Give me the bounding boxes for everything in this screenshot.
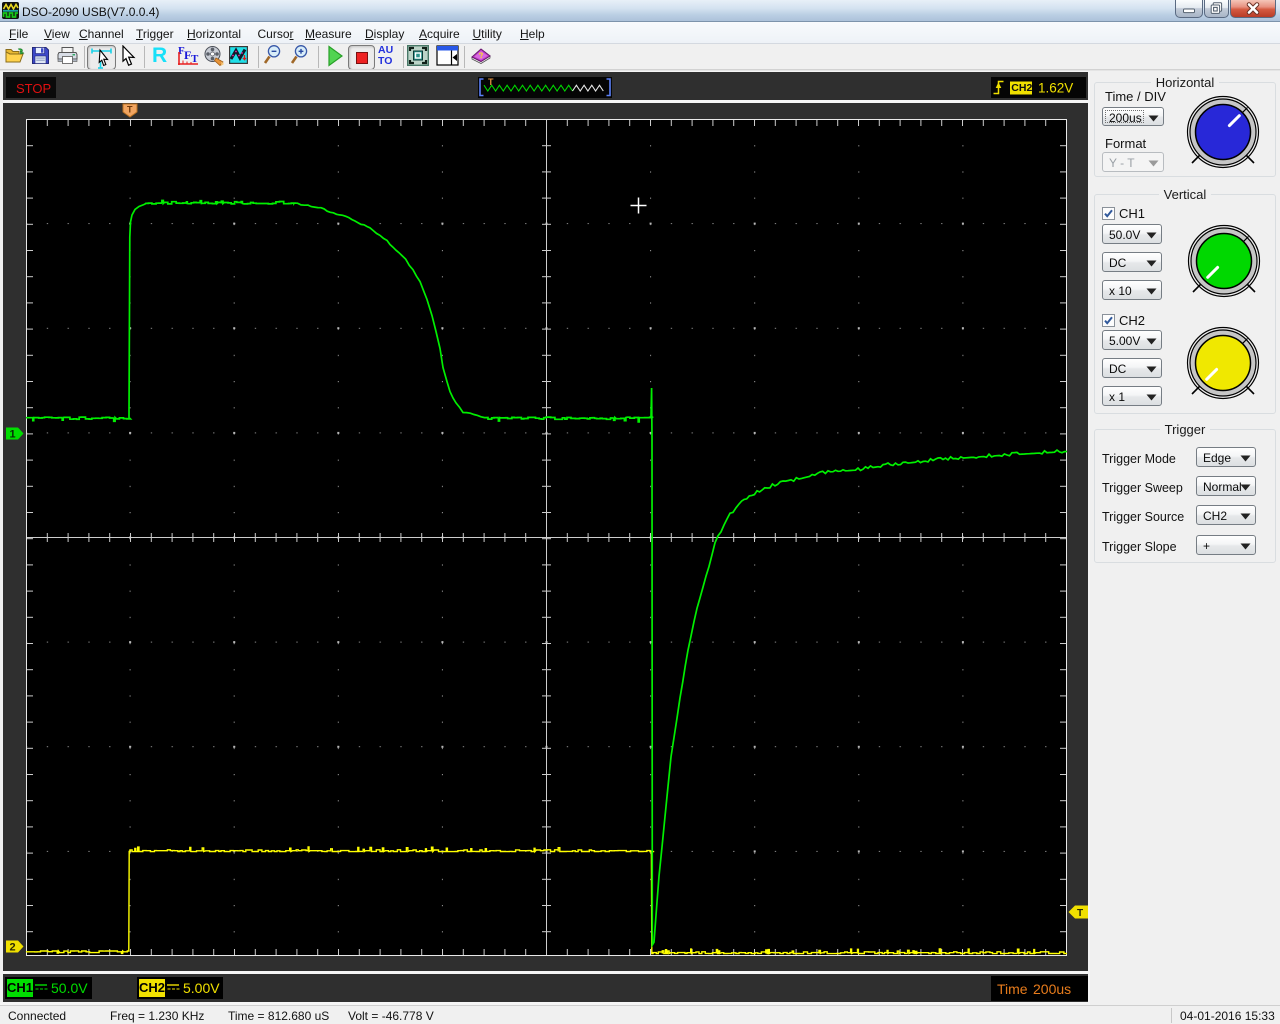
svg-text:CH2: CH2 [1011,82,1032,94]
svg-text:1: 1 [10,429,16,441]
svg-text:1.62V: 1.62V [1038,81,1073,96]
svg-text:T: T [488,77,494,87]
svg-text:T: T [127,105,133,115]
svg-text:T: T [1077,908,1083,919]
svg-text:2: 2 [10,942,16,954]
